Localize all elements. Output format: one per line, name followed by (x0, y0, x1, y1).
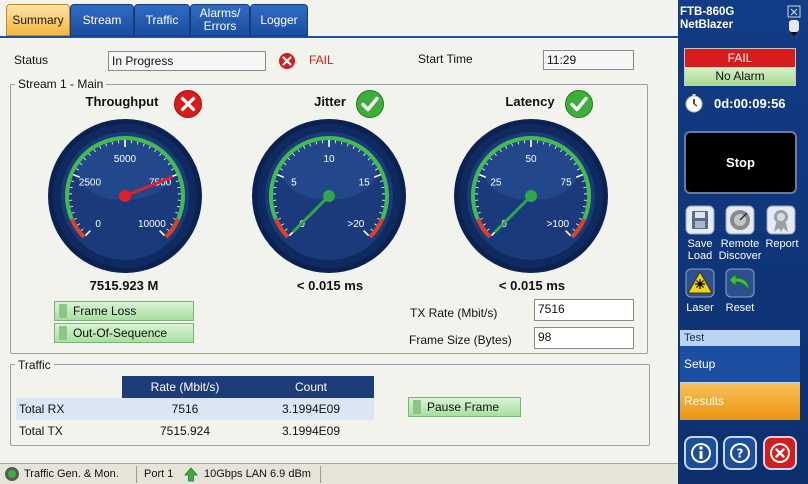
device-model: FTB-860G (680, 6, 735, 18)
traffic-group-title: Traffic (15, 358, 54, 372)
rx-rate-cell: 7516 (122, 398, 248, 420)
status-divider (136, 466, 137, 483)
jitter-gauge: 051015>20 (252, 119, 406, 273)
alarm-status: No Alarm (685, 67, 795, 85)
reset-icon[interactable] (725, 268, 755, 298)
status-divider (320, 466, 321, 483)
tx-rate-cell: 7515.924 (159, 424, 211, 438)
frame-loss-indicator[interactable]: Frame Loss (54, 301, 194, 321)
tab-logger[interactable]: Logger (250, 4, 308, 36)
throughput-gauge: 025005000750010000 (48, 119, 202, 273)
tab-bar: Summary Stream Traffic Alarms/ Errors Lo… (0, 0, 678, 38)
laser-icon[interactable] (685, 268, 715, 298)
link-up-arrow-icon (184, 467, 198, 482)
info-button[interactable] (684, 436, 718, 470)
pause-frame-indicator[interactable]: Pause Frame (408, 397, 521, 417)
status-field: In Progress (108, 51, 266, 71)
gauge-tick-label: 0 (95, 219, 101, 230)
save-load-icon[interactable] (685, 205, 715, 235)
gauge-tick-label: 5 (291, 177, 297, 188)
gauge-tick-label: >20 (347, 219, 364, 230)
gauge-hub (119, 190, 131, 202)
help-icon: ? (730, 443, 750, 463)
latency-value: < 0.015 ms (498, 278, 566, 293)
table-row: Total RX 7516 3.1994E09 (16, 398, 374, 420)
gauge-tick-label: 50 (525, 154, 537, 165)
start-time-field: 11:29 (543, 50, 634, 70)
gauge-tick-label: 15 (359, 177, 371, 188)
gauge-tick-label: 10000 (138, 219, 166, 230)
stopwatch-icon (685, 94, 703, 113)
laser-label: Laser (686, 302, 714, 314)
latency-pass-icon (565, 90, 593, 118)
frame-size-field[interactable]: 98 (534, 327, 634, 349)
setup-button[interactable]: Setup (680, 346, 800, 383)
app-globe-icon (5, 467, 19, 481)
status-bar: Traffic Gen. & Mon. Port 1 10Gbps LAN 6.… (0, 463, 678, 484)
rx-count-cell: 3.1994E09 (248, 398, 374, 420)
tx-rate-field[interactable]: 7516 (534, 299, 634, 321)
table-header-rate: Rate (Mbit/s) (122, 376, 248, 398)
tab-divider (0, 36, 678, 38)
remote-discover-label: Remote Discover (718, 238, 762, 262)
jitter-value: < 0.015 ms (296, 278, 364, 293)
tab-traffic[interactable]: Traffic (134, 4, 190, 36)
jitter-pass-icon (356, 90, 384, 118)
save-load-label: Save Load (687, 238, 713, 262)
remote-discover-icon[interactable] (725, 205, 755, 235)
tx-count-cell: 3.1994E09 (281, 424, 341, 438)
minimize-icon[interactable] (787, 5, 801, 37)
close-icon (770, 443, 790, 463)
row-label-tx: Total TX (19, 424, 63, 438)
report-icon[interactable] (766, 205, 796, 235)
latency-gauge: 0255075>100 (454, 119, 608, 273)
gauge-tick-label: 5000 (114, 154, 137, 165)
start-time-label: Start Time (418, 52, 473, 66)
tab-alarms-errors[interactable]: Alarms/ Errors (190, 4, 250, 36)
results-button[interactable]: Results (680, 383, 800, 420)
status-power: 6.9 dBm (270, 468, 311, 480)
main-panel: Summary Stream Traffic Alarms/ Errors Lo… (0, 0, 678, 463)
table-header-count: Count (248, 376, 374, 398)
exit-button[interactable] (763, 436, 797, 470)
gauge-tick-label: 75 (561, 177, 573, 188)
status-label: Status (14, 53, 49, 67)
svg-text:?: ? (737, 447, 744, 461)
table-row: Total TX 7515.924 3.1994E09 (16, 420, 374, 442)
test-menu-header: Test (680, 330, 800, 346)
status-app-name: Traffic Gen. & Mon. (24, 468, 119, 480)
gauge-tick-label: 10 (323, 154, 335, 165)
throughput-value: 7515.923 M (89, 278, 159, 293)
gauge-tick-label: 25 (490, 177, 502, 188)
reset-label: Reset (725, 302, 755, 314)
status-link-speed: 10Gbps LAN (204, 468, 267, 480)
traffic-table: Rate (Mbit/s) Count Total RX 7516 3.1994… (16, 376, 374, 442)
stream-group-title: Stream 1 - Main (15, 77, 107, 91)
throughput-fail-icon (174, 90, 202, 118)
verdict-box: FAIL No Alarm (684, 48, 796, 86)
frame-size-label: Frame Size (Bytes) (409, 333, 512, 347)
table-header-blank (16, 376, 122, 398)
info-icon (691, 443, 711, 463)
tx-rate-label: TX Rate (Mbit/s) (410, 306, 498, 320)
verdict-text: FAIL (309, 53, 334, 67)
stop-button[interactable]: Stop (684, 131, 797, 194)
status-port: Port 1 (144, 468, 174, 480)
report-label: Report (765, 238, 799, 250)
tab-summary[interactable]: Summary (6, 4, 70, 36)
out-of-sequence-indicator[interactable]: Out-Of-Sequence (54, 323, 194, 343)
device-name: NetBlazer (680, 19, 734, 31)
tab-stream[interactable]: Stream (70, 4, 134, 36)
fail-icon (279, 53, 295, 69)
gauge-tick-label: >100 (547, 219, 570, 230)
throughput-title: Throughput (85, 94, 159, 109)
row-label-rx: Total RX (16, 398, 122, 420)
test-timer: 0d:00:09:56 (714, 96, 786, 111)
gauge-hub (323, 190, 335, 202)
gauge-tick-label: 2500 (79, 177, 102, 188)
gauge-hub (525, 190, 537, 202)
table-header-row: Rate (Mbit/s) Count (16, 376, 374, 398)
global-verdict: FAIL (685, 49, 795, 67)
help-button[interactable]: ? (723, 436, 757, 470)
